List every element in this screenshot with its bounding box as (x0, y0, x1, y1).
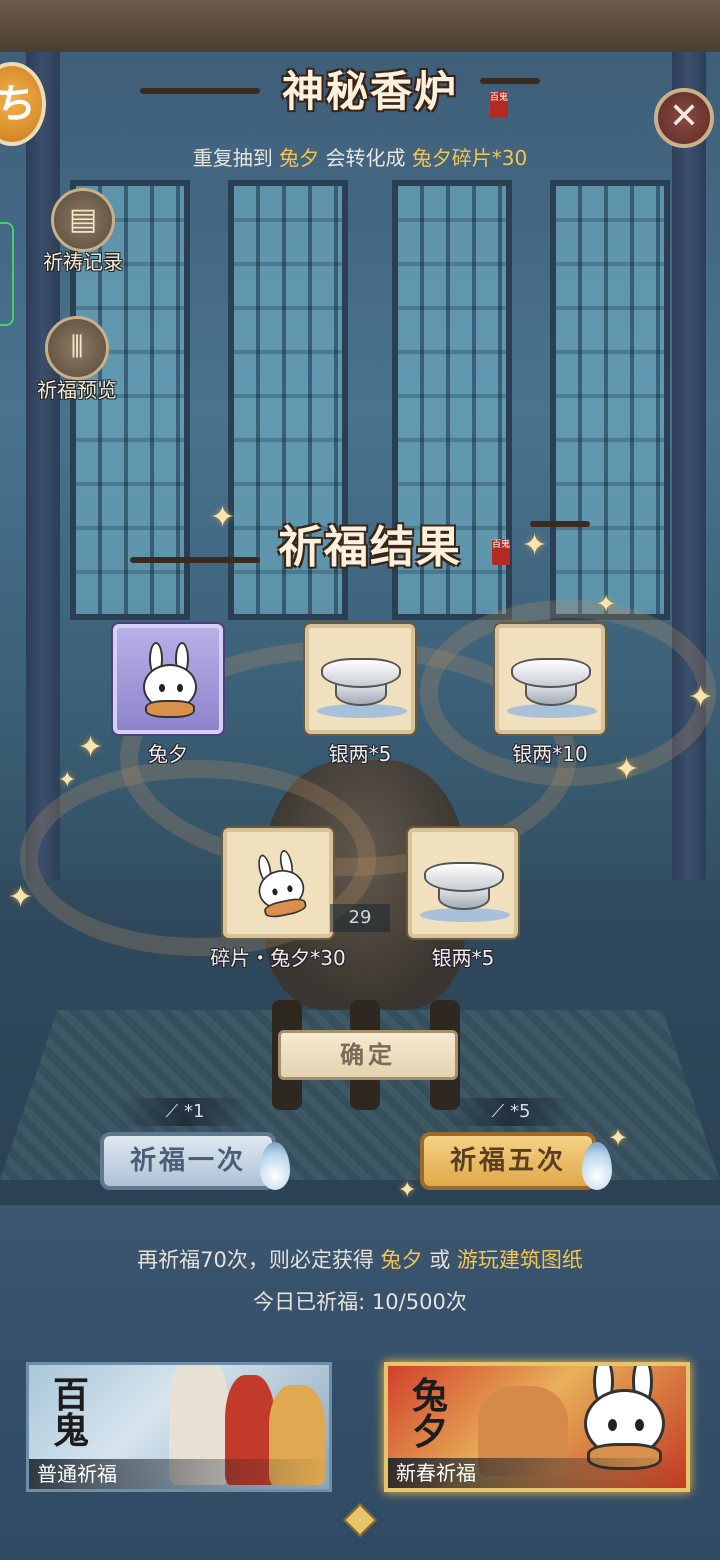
side-tab-indicator[interactable] (0, 222, 14, 326)
spring-prayer-banner[interactable]: 兔夕 新春祈福 (384, 1362, 690, 1492)
spring-prayer-label: 新春祈福 (388, 1458, 686, 1488)
result-item[interactable]: 碎片・兔夕*30 (208, 828, 348, 972)
title-cloud-decor (530, 521, 590, 527)
pray-once-cost: ⟋ *1 (120, 1098, 250, 1126)
item-card (495, 624, 605, 734)
normal-prayer-banner[interactable]: 百鬼 普通祈福 (26, 1362, 332, 1492)
seal-stamp: 百鬼 (492, 539, 510, 565)
scroll-icon: ▤ (51, 188, 115, 252)
pity-info-text: 再祈福70次，则必定获得 兔夕 或 游玩建筑图纸 (137, 1248, 583, 1272)
item-label: 银两*10 (512, 742, 588, 766)
bunny-character-icon (578, 1366, 671, 1470)
incense-icon: ⟋ (165, 1101, 179, 1122)
pray-once-button[interactable]: 祈福一次 (100, 1132, 276, 1190)
title-cloud-decor (140, 88, 260, 94)
top-strip (0, 0, 720, 52)
page-title: 神秘香炉 (281, 67, 458, 116)
normal-prayer-label: 普通祈福 (29, 1459, 329, 1489)
title-banner: 神秘香炉 百鬼 (140, 58, 540, 128)
pray-five-button[interactable]: 祈福五次 (420, 1132, 596, 1190)
daily-pray-count: 今日已祈福: 10/500次 (253, 1290, 467, 1314)
result-item[interactable]: 银两*10 (485, 624, 615, 768)
result-item[interactable]: 银两*5 (398, 828, 528, 972)
result-title: 祈福结果 (278, 522, 462, 573)
sparkle-icon: ✦ (614, 752, 640, 787)
close-button[interactable]: ✕ (654, 88, 714, 148)
duplicate-rule-text: 重复抽到 兔夕 会转化成 兔夕碎片*30 (192, 146, 528, 170)
item-label: 银两*5 (328, 742, 392, 766)
prayer-record-button[interactable]: ▤ 祈祷记录 (28, 188, 138, 275)
item-card (113, 624, 223, 734)
sparkle-icon: ✦ (210, 500, 236, 535)
silver-ingot-icon (321, 658, 401, 706)
incense-sticks-icon: ⫴ (45, 316, 109, 380)
sparkle-icon: ✦ (398, 1178, 417, 1203)
item-label: 兔夕 (148, 742, 188, 766)
bunny-fragment-icon (248, 847, 313, 920)
result-title-banner: 祈福结果 百鬼 (130, 505, 590, 585)
prayer-preview-label: 祈福预览 (37, 378, 117, 402)
bunny-character-icon (139, 642, 201, 718)
background-count: 29 (330, 904, 390, 932)
silver-ingot-icon (424, 862, 504, 910)
result-item[interactable]: 银两*5 (295, 624, 425, 768)
sparkle-icon: ✦ (58, 768, 77, 793)
prayer-record-label: 祈祷记录 (43, 250, 123, 274)
confirm-button[interactable]: 确定 (278, 1030, 458, 1080)
incense-icon: ⟋ (491, 1101, 505, 1122)
item-label: 银两*5 (431, 946, 495, 970)
pillar (26, 52, 60, 892)
sparkle-icon: ✦ (78, 730, 104, 765)
item-card (223, 828, 333, 938)
sparkle-icon: ✦ (688, 680, 714, 715)
sparkle-icon: ✦ (522, 528, 548, 563)
silver-ingot-icon (511, 658, 591, 706)
prayer-preview-button[interactable]: ⫴ 祈福预览 (22, 316, 132, 403)
title-cloud-decor (130, 557, 260, 563)
sparkle-icon: ✦ (596, 590, 617, 618)
item-label: 碎片・兔夕*30 (210, 946, 346, 970)
banner-glyph: 兔夕 (411, 1375, 448, 1453)
result-item[interactable]: 兔夕 (103, 624, 233, 768)
close-icon: ✕ (668, 96, 700, 137)
sparkle-icon: ✦ (608, 1124, 629, 1152)
item-card (408, 828, 518, 938)
seal-stamp: 百鬼 (490, 92, 508, 118)
banner-glyph: 百鬼 (52, 1374, 89, 1452)
sparkle-icon: ✦ (8, 880, 34, 915)
pray-five-cost: ⟋ *5 (446, 1098, 576, 1126)
pillar (672, 52, 706, 892)
item-card (305, 624, 415, 734)
